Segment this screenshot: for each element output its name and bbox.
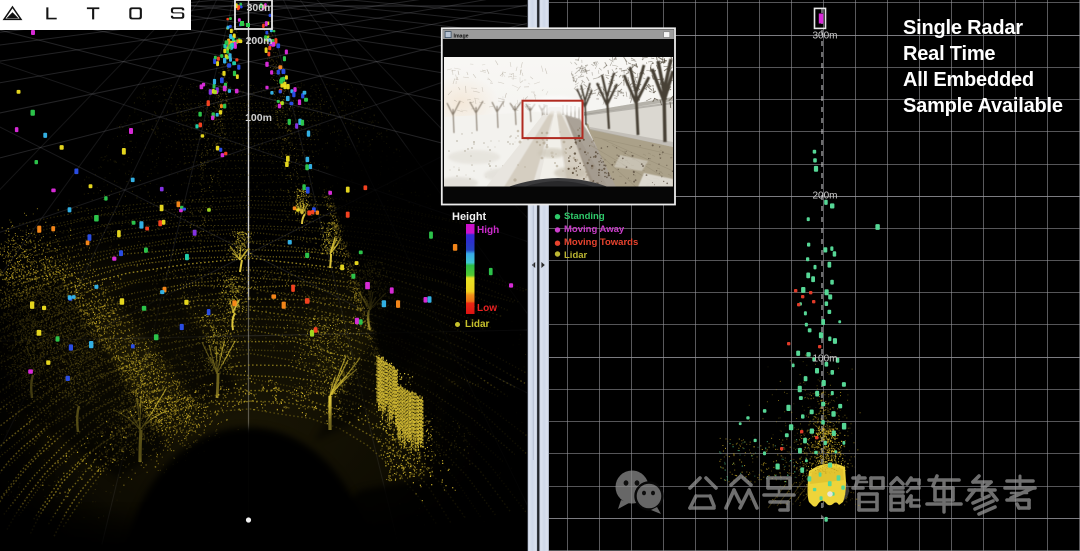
svg-text:200m: 200m — [246, 35, 273, 47]
svg-text:Image: Image — [454, 33, 469, 39]
svg-text:300m: 300m — [247, 2, 274, 14]
svg-text:300m: 300m — [812, 31, 837, 42]
svg-text:100m: 100m — [245, 112, 272, 124]
svg-text:100m: 100m — [812, 354, 837, 365]
svg-text:200m: 200m — [812, 191, 837, 202]
